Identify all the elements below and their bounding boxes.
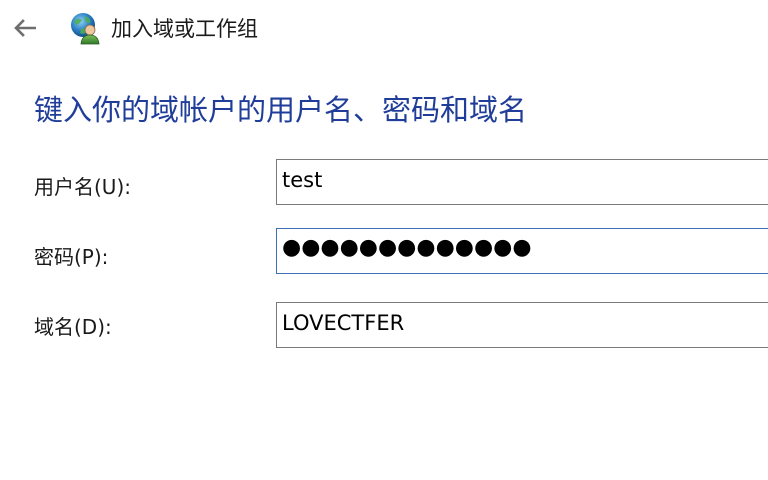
window-title: 加入域或工作组 — [111, 17, 258, 41]
domain-label: 域名(D): — [34, 315, 112, 339]
title-bar: 加入域或工作组 — [0, 0, 768, 56]
page-heading: 键入你的域帐户的用户名、密码和域名 — [34, 93, 528, 127]
network-domain-icon — [71, 13, 100, 45]
back-button[interactable] — [10, 12, 42, 44]
username-label: 用户名(U): — [34, 175, 131, 199]
join-domain-window: 加入域或工作组 键入你的域帐户的用户名、密码和域名 用户名(U): test 密… — [0, 0, 768, 480]
domain-field[interactable]: LOVECTFER — [276, 302, 768, 348]
arrow-left-icon — [14, 19, 36, 37]
password-label: 密码(P): — [34, 245, 109, 269]
username-field[interactable]: test — [276, 159, 768, 205]
password-field[interactable]: ●●●●●●●●●●●●● — [276, 228, 768, 274]
